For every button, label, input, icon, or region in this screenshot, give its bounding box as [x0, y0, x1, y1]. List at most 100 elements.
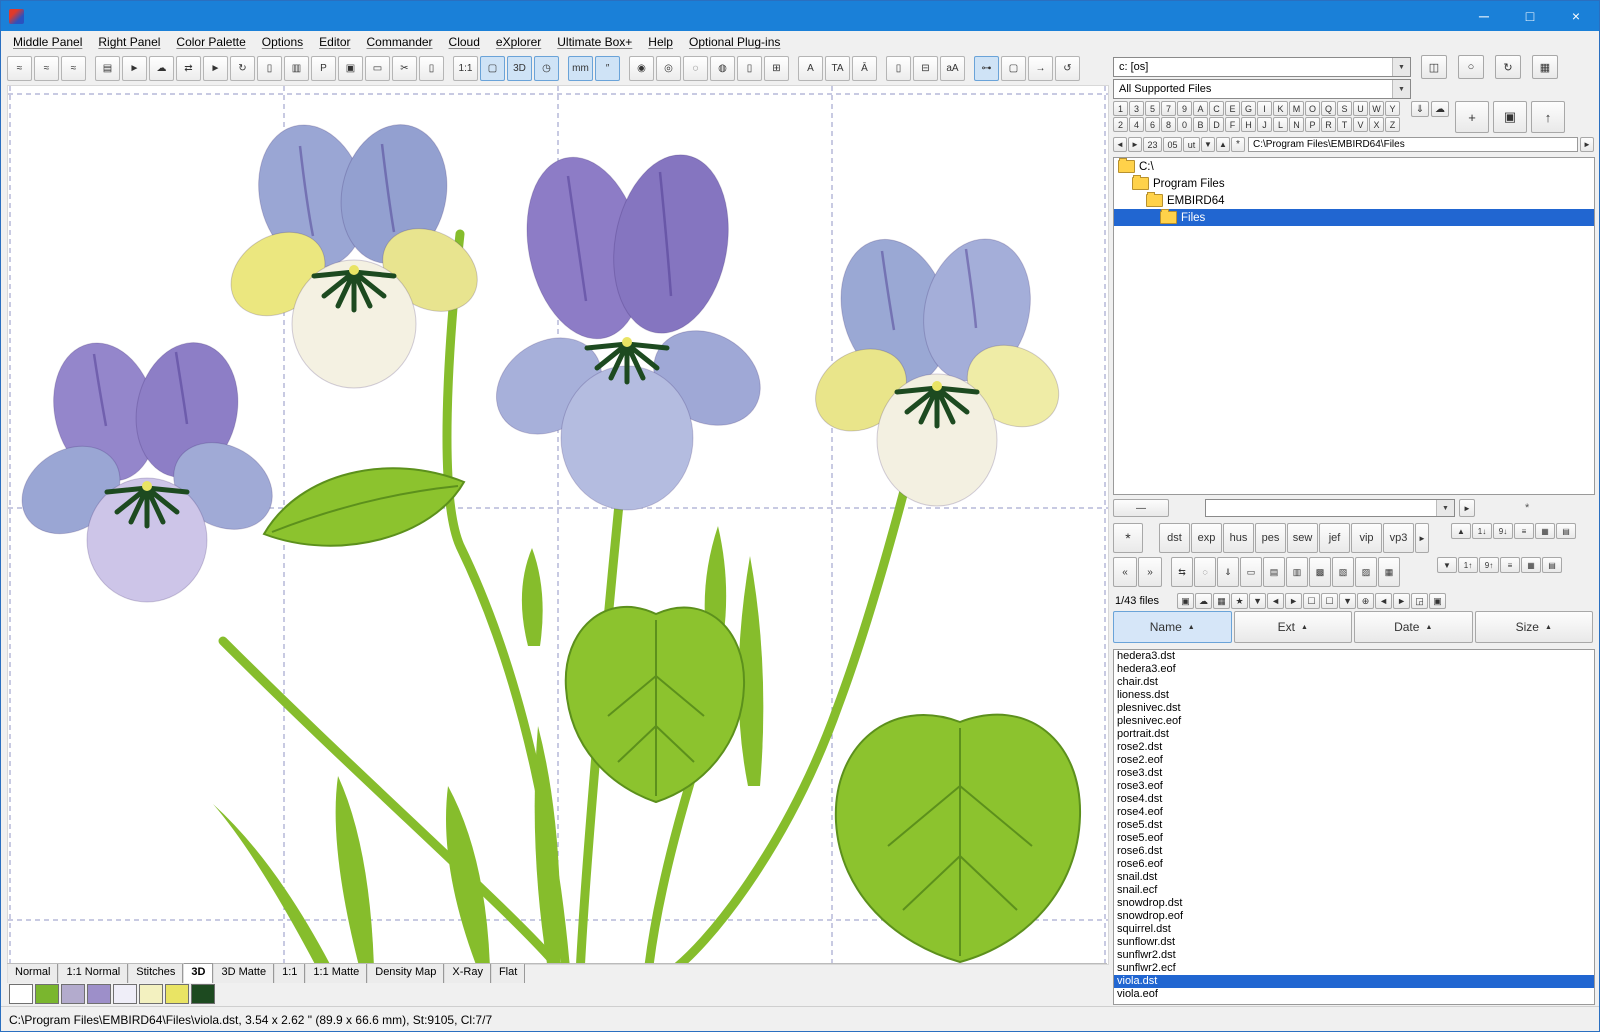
view-3d-icon[interactable]: 3D — [507, 56, 532, 81]
stamp-icon[interactable]: ▭ — [365, 56, 390, 81]
zoom-1-1-icon[interactable]: 1:1 — [453, 56, 478, 81]
favorites-icon[interactable]: ★ — [1231, 593, 1248, 609]
toolbar-button[interactable] — [622, 56, 627, 81]
sort-1-down-icon[interactable]: 1↓ — [1472, 523, 1492, 539]
maximize-button[interactable]: □ — [1507, 1, 1553, 31]
alpha-key-button[interactable]: 6 — [1145, 117, 1160, 132]
file-item[interactable]: rose5.eof — [1114, 832, 1594, 845]
path-go-button[interactable]: ► — [1580, 137, 1594, 152]
alpha-key-button[interactable]: O — [1305, 101, 1320, 116]
alpha-key-button[interactable]: C — [1209, 101, 1224, 116]
palette-swatch[interactable] — [35, 984, 59, 1004]
paste-icon[interactable]: ▯ — [257, 56, 282, 81]
drive-selector[interactable]: c: [os] ▼ — [1113, 57, 1411, 77]
alpha-key-button[interactable]: Q — [1321, 101, 1336, 116]
toolbar-button[interactable] — [791, 56, 796, 81]
cloud-sync-icon[interactable]: ☁ — [1431, 101, 1449, 117]
export-design-icon[interactable]: ▧ — [1332, 557, 1354, 587]
open-file-icon[interactable]: ▤ — [95, 56, 120, 81]
palette-swatch[interactable] — [61, 984, 85, 1004]
next-page-icon[interactable]: ► — [1285, 593, 1302, 609]
file-item[interactable]: portrait.dst — [1114, 728, 1594, 741]
alpha-key-button[interactable]: 8 — [1161, 117, 1176, 132]
file-item[interactable]: rose3.eof — [1114, 780, 1594, 793]
units-mm-icon[interactable]: mm — [568, 56, 593, 81]
menu-explorer[interactable]: eXplorer — [488, 33, 549, 51]
toolbar-button[interactable] — [967, 56, 972, 81]
file-item[interactable]: viola.eof — [1114, 988, 1594, 1001]
sort-9-up-icon[interactable]: 9↑ — [1479, 557, 1499, 573]
panel-layout-icon[interactable]: ▦ — [1532, 55, 1558, 79]
alpha-key-button[interactable]: S — [1337, 101, 1352, 116]
sort-by-name[interactable]: Name ▲ — [1113, 611, 1232, 643]
list-view2-icon[interactable]: ≡ — [1500, 557, 1520, 573]
cloud-small-icon[interactable]: ☁ — [1195, 593, 1212, 609]
search-mask-input[interactable]: ▼ — [1205, 499, 1455, 517]
quick-slot-3[interactable]: ut — [1183, 137, 1200, 152]
chevron-down-icon[interactable]: ▼ — [1392, 80, 1410, 98]
open-folder-icon[interactable]: ▣ — [1493, 101, 1527, 133]
alpha-key-button[interactable]: E — [1225, 101, 1240, 116]
download-icon[interactable]: ⇓ — [1411, 101, 1429, 117]
rotate-design-icon[interactable]: ↻ — [230, 56, 255, 81]
file-item[interactable]: sunflwr2.ecf — [1114, 962, 1594, 975]
fit-to-screen-icon[interactable]: ▢ — [480, 56, 505, 81]
format-filter-button[interactable]: vp3 — [1383, 523, 1414, 553]
format-filter-button[interactable]: pes — [1255, 523, 1286, 553]
tab-1-1[interactable]: 1:1 — [274, 964, 305, 983]
alpha-key-button[interactable]: P — [1305, 117, 1320, 132]
fm-stitch-icon[interactable]: ≈ — [7, 56, 32, 81]
scroll-down-icon[interactable]: ▼ — [1437, 557, 1457, 573]
palette-swatch[interactable] — [113, 984, 137, 1004]
units-inch-icon[interactable]: ″ — [595, 56, 620, 81]
fm-stitch-delete-icon[interactable]: ≈ — [61, 56, 86, 81]
insert-design-icon[interactable]: ▥ — [1286, 557, 1308, 587]
toolbar-button[interactable] — [446, 56, 451, 81]
file-item[interactable]: rose6.eof — [1114, 858, 1594, 871]
chevron-down-icon[interactable]: ▼ — [1436, 500, 1454, 516]
tree-item-files[interactable]: Files — [1114, 209, 1594, 226]
sort-1-up-icon[interactable]: 1↑ — [1458, 557, 1478, 573]
send-menu-icon[interactable]: ► — [203, 56, 228, 81]
menu-middle-panel[interactable]: Middle Panel — [5, 33, 90, 51]
font-ta-icon[interactable]: TA — [825, 56, 850, 81]
design-canvas[interactable] — [7, 85, 1109, 965]
open-menu-icon[interactable]: ► — [122, 56, 147, 81]
download-design-icon[interactable]: ⇓ — [1217, 557, 1239, 587]
format-filter-button[interactable]: exp — [1191, 523, 1222, 553]
chevron-down-icon[interactable]: ▼ — [1392, 58, 1410, 76]
alpha-key-button[interactable]: G — [1241, 101, 1256, 116]
file-item[interactable]: snowdrop.eof — [1114, 910, 1594, 923]
simulator-icon[interactable]: ◷ — [534, 56, 559, 81]
copy-icon[interactable]: ▯ — [419, 56, 444, 81]
prev-page-icon[interactable]: ◄ — [1267, 593, 1284, 609]
alpha-key-button[interactable]: U — [1353, 101, 1368, 116]
file-item[interactable]: lioness.dst — [1114, 689, 1594, 702]
font-aa-icon[interactable]: Ā — [852, 56, 877, 81]
menu-help[interactable]: Help — [640, 33, 681, 51]
refresh-files-icon[interactable]: ↻ — [1495, 55, 1521, 79]
sort-9-down-icon[interactable]: 9↓ — [1493, 523, 1513, 539]
clipboard-icon[interactable]: ▯ — [886, 56, 911, 81]
file-item[interactable]: sunflowr.dst — [1114, 936, 1594, 949]
alpha-key-button[interactable]: 5 — [1145, 101, 1160, 116]
tab-3d[interactable]: 3D — [183, 963, 213, 983]
file-item[interactable]: hedera3.dst — [1114, 650, 1594, 663]
menu-ultimate-box[interactable]: Ultimate Box+ — [549, 33, 640, 51]
alpha-key-button[interactable]: J — [1257, 117, 1272, 132]
alpha-key-button[interactable]: K — [1273, 101, 1288, 116]
file-item[interactable]: rose5.dst — [1114, 819, 1594, 832]
first-file-icon[interactable]: « — [1113, 557, 1137, 587]
file-item[interactable]: rose6.dst — [1114, 845, 1594, 858]
format-filter-button[interactable]: jef — [1319, 523, 1350, 553]
alpha-key-button[interactable]: 1 — [1113, 101, 1128, 116]
alpha-key-button[interactable]: L — [1273, 117, 1288, 132]
minimize-button[interactable]: ─ — [1461, 1, 1507, 31]
checkbox-one[interactable]: ☐ — [1303, 593, 1320, 609]
maximize-list-icon[interactable]: ▣ — [1429, 593, 1446, 609]
structure-icon[interactable]: ⊟ — [913, 56, 938, 81]
tab-1-1-matte[interactable]: 1:1 Matte — [305, 964, 367, 983]
sort-by-size[interactable]: Size ▲ — [1475, 611, 1594, 643]
globe-icon[interactable]: ⊕ — [1357, 593, 1374, 609]
alpha-key-button[interactable]: F — [1225, 117, 1240, 132]
